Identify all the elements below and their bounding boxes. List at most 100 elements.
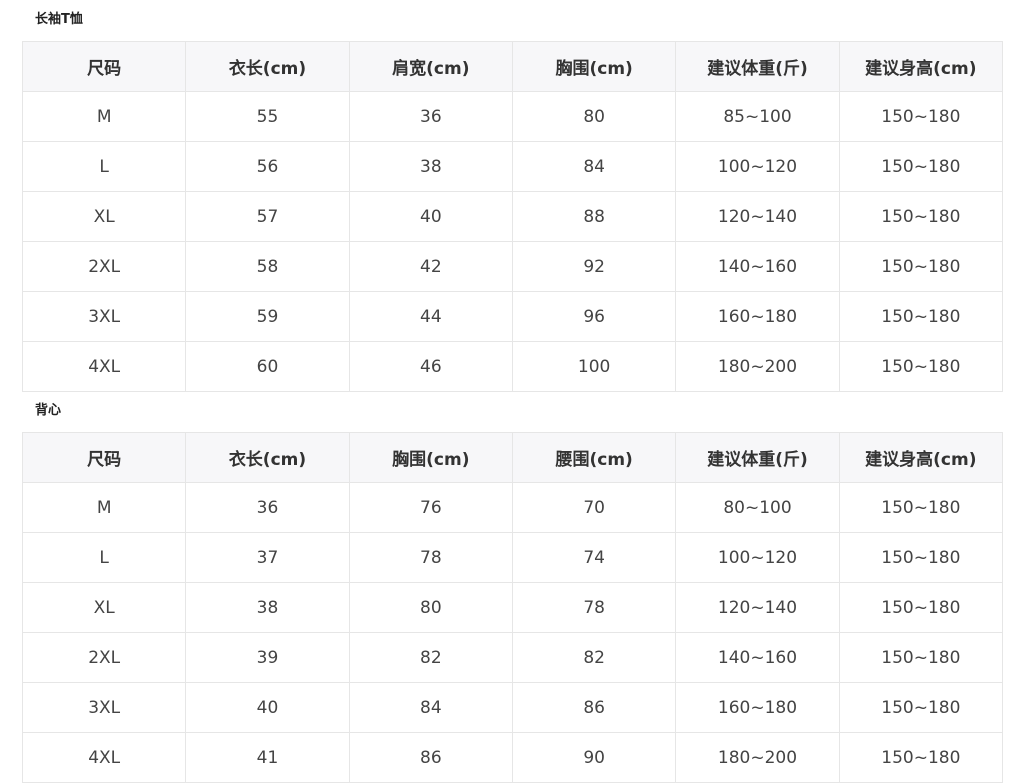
table-cell: 120~140 — [675, 191, 840, 242]
table-row: 3XL 40 84 86 160~180 150~180 — [21, 682, 1004, 733]
table-cell: 160~180 — [675, 682, 840, 733]
table-cell: L — [21, 532, 187, 583]
table-cell: 92 — [511, 241, 677, 292]
table-cell: 80~100 — [675, 482, 840, 533]
table-row: 3XL 59 44 96 160~180 150~180 — [21, 291, 1004, 342]
table-body: M 36 76 70 80~100 150~180 L 37 78 74 100~120 150~18… — [21, 482, 1004, 783]
table-row: 4XL 60 46 100 180~200 150~180 — [21, 341, 1004, 392]
header-length: 衣长(cm) — [185, 41, 350, 92]
size-table-vest: 尺码 衣长(cm) 胸围(cm) 腰围(cm) 建议体重(斤) 建议身高(cm)… — [21, 432, 1004, 783]
table-cell: 4XL — [21, 732, 187, 783]
table-cell: 70 — [511, 482, 677, 533]
table-cell: 4XL — [21, 341, 187, 392]
table-body: M 55 36 80 85~100 150~180 L 56 38 84 100~120 150~18… — [21, 91, 1004, 392]
table-cell: 140~160 — [675, 632, 840, 683]
header-size: 尺码 — [21, 432, 187, 483]
table-cell: 38 — [185, 582, 350, 633]
table-cell: 86 — [511, 682, 677, 733]
table-cell: 86 — [348, 732, 513, 783]
table-cell: 46 — [348, 341, 513, 392]
header-chest: 胸围(cm) — [348, 432, 513, 483]
table-cell: 78 — [511, 582, 677, 633]
table-cell: 180~200 — [675, 732, 840, 783]
table-cell: 80 — [348, 582, 513, 633]
table-cell: 57 — [185, 191, 350, 242]
section-title-vest: 背心 — [35, 403, 62, 418]
table-cell: 84 — [511, 141, 677, 192]
table-cell: 150~180 — [838, 632, 1004, 683]
table-row: 2XL 39 82 82 140~160 150~180 — [21, 632, 1004, 683]
table-cell: 55 — [185, 91, 350, 142]
header-height: 建议身高(cm) — [838, 432, 1004, 483]
header-length: 衣长(cm) — [185, 432, 350, 483]
table-cell: 40 — [185, 682, 350, 733]
table-cell: 3XL — [21, 291, 187, 342]
table-cell: 150~180 — [838, 91, 1004, 142]
table-cell: 88 — [511, 191, 677, 242]
table-header-row: 尺码 衣长(cm) 肩宽(cm) 胸围(cm) 建议体重(斤) 建议身高(cm) — [21, 41, 1004, 92]
table-cell: 42 — [348, 241, 513, 292]
table-cell: 60 — [185, 341, 350, 392]
table-row: L 37 78 74 100~120 150~180 — [21, 532, 1004, 583]
table-cell: 56 — [185, 141, 350, 192]
table-row: 4XL 41 86 90 180~200 150~180 — [21, 732, 1004, 783]
table-cell: 140~160 — [675, 241, 840, 292]
header-waist: 腰围(cm) — [511, 432, 677, 483]
header-shoulder: 肩宽(cm) — [348, 41, 513, 92]
table-cell: 150~180 — [838, 532, 1004, 583]
table-cell: 150~180 — [838, 732, 1004, 783]
table-cell: 58 — [185, 241, 350, 292]
table-row: XL 38 80 78 120~140 150~180 — [21, 582, 1004, 633]
table-cell: 39 — [185, 632, 350, 683]
table-row: XL 57 40 88 120~140 150~180 — [21, 191, 1004, 242]
table-cell: 36 — [185, 482, 350, 533]
table-cell: 76 — [348, 482, 513, 533]
table-cell: 150~180 — [838, 291, 1004, 342]
table-cell: 150~180 — [838, 191, 1004, 242]
table-cell: L — [21, 141, 187, 192]
table-cell: 2XL — [21, 632, 187, 683]
table-cell: 150~180 — [838, 682, 1004, 733]
table-cell: 3XL — [21, 682, 187, 733]
table-row: M 55 36 80 85~100 150~180 — [21, 91, 1004, 142]
table-cell: 100 — [511, 341, 677, 392]
section-title-long-sleeve: 长袖T恤 — [35, 12, 83, 27]
table-cell: 40 — [348, 191, 513, 242]
header-size: 尺码 — [21, 41, 187, 92]
header-weight: 建议体重(斤) — [675, 432, 840, 483]
table-cell: 84 — [348, 682, 513, 733]
header-weight: 建议体重(斤) — [675, 41, 840, 92]
table-row: M 36 76 70 80~100 150~180 — [21, 482, 1004, 533]
table-cell: XL — [21, 582, 187, 633]
table-header-row: 尺码 衣长(cm) 胸围(cm) 腰围(cm) 建议体重(斤) 建议身高(cm) — [21, 432, 1004, 483]
table-cell: 100~120 — [675, 141, 840, 192]
table-cell: 90 — [511, 732, 677, 783]
table-cell: 160~180 — [675, 291, 840, 342]
table-cell: XL — [21, 191, 187, 242]
table-cell: 150~180 — [838, 582, 1004, 633]
table-row: 2XL 58 42 92 140~160 150~180 — [21, 241, 1004, 292]
header-height: 建议身高(cm) — [838, 41, 1004, 92]
size-table-long-sleeve: 尺码 衣长(cm) 肩宽(cm) 胸围(cm) 建议体重(斤) 建议身高(cm)… — [21, 41, 1004, 392]
table-cell: 120~140 — [675, 582, 840, 633]
table-cell: 82 — [348, 632, 513, 683]
table-cell: 38 — [348, 141, 513, 192]
table-cell: 100~120 — [675, 532, 840, 583]
table-cell: M — [21, 482, 187, 533]
table-cell: 82 — [511, 632, 677, 683]
table-cell: 150~180 — [838, 482, 1004, 533]
header-chest: 胸围(cm) — [511, 41, 677, 92]
table-cell: 85~100 — [675, 91, 840, 142]
table-cell: M — [21, 91, 187, 142]
table-cell: 2XL — [21, 241, 187, 292]
table-cell: 78 — [348, 532, 513, 583]
table-cell: 44 — [348, 291, 513, 342]
table-cell: 59 — [185, 291, 350, 342]
table-cell: 36 — [348, 91, 513, 142]
table-cell: 150~180 — [838, 141, 1004, 192]
table-cell: 37 — [185, 532, 350, 583]
table-cell: 180~200 — [675, 341, 840, 392]
table-cell: 96 — [511, 291, 677, 342]
table-cell: 150~180 — [838, 341, 1004, 392]
table-row: L 56 38 84 100~120 150~180 — [21, 141, 1004, 192]
